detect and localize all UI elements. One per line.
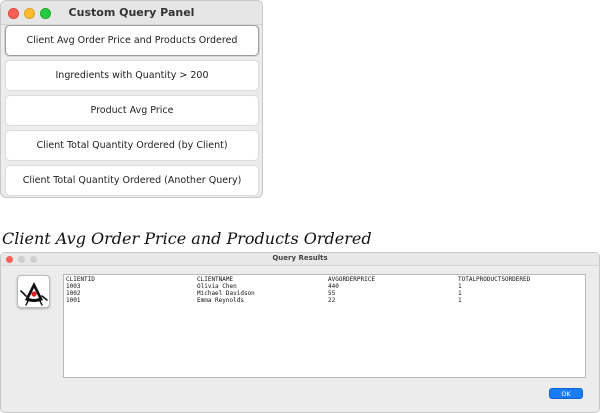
query-button-client-total-quantity-another[interactable]: Client Total Quantity Ordered (Another Q… [5, 165, 259, 196]
cell-clientname: Michael Davidson [197, 290, 255, 297]
panel-title: Custom Query Panel [68, 6, 195, 19]
query-button-client-avg-order-price[interactable]: Client Avg Order Price and Products Orde… [5, 25, 259, 56]
results-titlebar: Query Results [1, 253, 599, 266]
query-button-client-total-quantity-by-client[interactable]: Client Total Quantity Ordered (by Client… [5, 130, 259, 161]
query-button-product-avg-price[interactable]: Product Avg Price [5, 95, 259, 126]
result-heading: Client Avg Order Price and Products Orde… [2, 229, 372, 248]
results-title: Query Results [272, 254, 328, 262]
column-header-totalproductsordered: TOTALPRODUCTSORDERED [458, 276, 531, 283]
cell-clientid: 1002 [66, 290, 81, 297]
table-row[interactable]: 1001 Emma Reynolds 22 1 [64, 297, 585, 304]
column-header-clientid: CLIENTID [66, 276, 95, 283]
panel-titlebar: Custom Query Panel [1, 1, 262, 25]
custom-query-panel-window: Custom Query Panel Client Avg Order Pric… [0, 0, 263, 198]
cell-avgorderprice: 440 [328, 283, 339, 290]
cell-totalproductsordered: 1 [458, 290, 462, 297]
column-header-clientname: CLIENTNAME [197, 276, 234, 283]
table-row[interactable]: 1002 Michael Davidson 55 1 [64, 290, 585, 297]
query-button-ingredients-quantity[interactable]: Ingredients with Quantity > 200 [5, 60, 259, 91]
query-results-dialog: Query Results CLIENTID CLIENTNAME AVGORD… [0, 252, 600, 413]
cell-totalproductsordered: 1 [458, 297, 462, 304]
java-duke-icon [17, 275, 50, 308]
table-header-row: CLIENTID CLIENTNAME AVGORDERPRICE TOTALP… [64, 276, 585, 283]
cell-totalproductsordered: 1 [458, 283, 462, 290]
results-table[interactable]: CLIENTID CLIENTNAME AVGORDERPRICE TOTALP… [63, 274, 586, 378]
ok-button[interactable]: OK [549, 388, 583, 399]
cell-clientid: 1001 [66, 297, 81, 304]
cell-avgorderprice: 55 [328, 290, 336, 297]
cell-avgorderprice: 22 [328, 297, 336, 304]
cell-clientname: Emma Reynolds [197, 297, 244, 304]
table-row[interactable]: 1003 Olivia Chen 440 1 [64, 283, 585, 290]
column-header-avgorderprice: AVGORDERPRICE [328, 276, 375, 283]
cell-clientid: 1003 [66, 283, 81, 290]
cell-clientname: Olivia Chen [197, 283, 237, 290]
